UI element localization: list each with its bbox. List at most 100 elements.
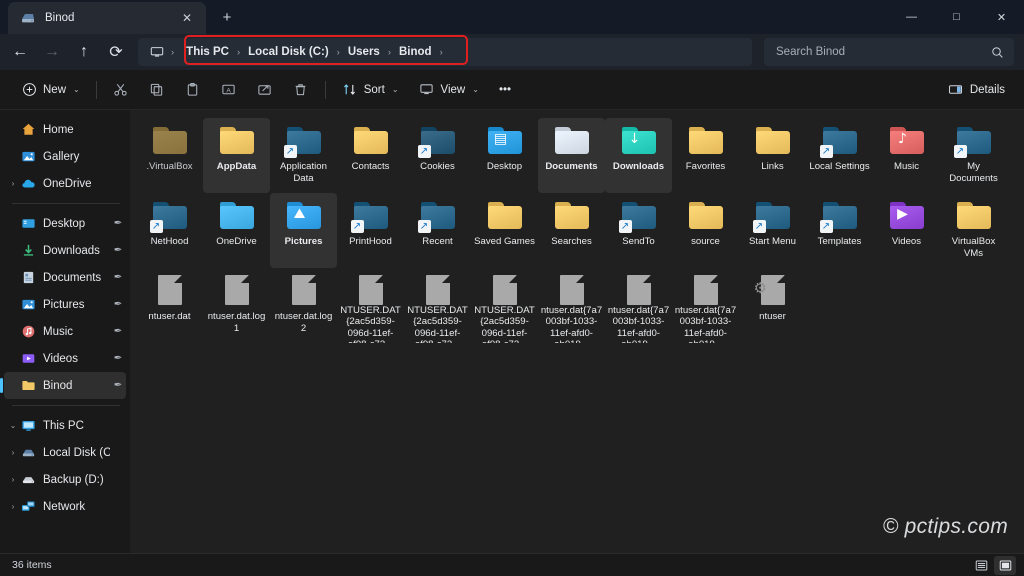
sidebar-item-videos[interactable]: Videos ✒ [4,345,126,372]
file-item[interactable]: ntuser.dat{7a7003bf-1033-11ef-afd0-ab019… [672,268,739,343]
file-item[interactable]: ↗PrintHood [337,193,404,268]
file-item[interactable]: Links [739,118,806,193]
pin-icon[interactable]: ✒ [110,380,126,391]
file-item[interactable]: ↗Local Settings [806,118,873,193]
search-input-placeholder[interactable]: Search Binod [776,46,991,58]
file-item[interactable]: ▤Desktop [471,118,538,193]
expander-icon[interactable]: › [6,503,20,511]
large-icons-view-button[interactable] [994,556,1016,575]
expander-icon[interactable]: › [6,449,20,457]
sidebar-item-local-disk-c[interactable]: › Local Disk (C:) [4,439,126,466]
sidebar-item-desktop[interactable]: Desktop ✒ [4,210,126,237]
copy-button[interactable] [140,75,174,105]
up-button[interactable]: ↑ [68,37,100,67]
expander-icon[interactable]: ⌄ [6,422,20,430]
details-pane-button[interactable]: Details [939,75,1014,105]
sidebar-item-downloads[interactable]: Downloads ✒ [4,237,126,264]
file-item[interactable]: ntuser.dat.log1 [203,268,270,343]
search-box[interactable]: Search Binod [764,38,1014,66]
breadcrumb-item-users[interactable]: Users [341,43,387,61]
file-item[interactable]: .VirtualBox [136,118,203,193]
pin-icon[interactable]: ✒ [110,326,126,337]
file-item[interactable]: ntuser.dat{7a7003bf-1033-11ef-afd0-ab019… [538,268,605,343]
file-item[interactable]: Contacts [337,118,404,193]
breadcrumb-item-binod[interactable]: Binod [392,43,439,61]
expander-icon[interactable]: › [6,180,20,188]
file-item[interactable]: Saved Games [471,193,538,268]
file-item[interactable]: ntuser.dat{7a7003bf-1033-11ef-afd0-ab019… [605,268,672,343]
file-item[interactable]: ↗NetHood [136,193,203,268]
file-item[interactable]: Documents [538,118,605,193]
breadcrumb[interactable]: › This PC › Local Disk (C:) › Users › Bi… [138,38,752,66]
file-item[interactable]: ↗SendTo [605,193,672,268]
breadcrumb-item-local-disk[interactable]: Local Disk (C:) [241,43,336,61]
rename-button[interactable]: A [212,75,246,105]
sidebar-item-gallery[interactable]: Gallery [4,143,126,170]
file-item[interactable]: NTUSER.DAT{2ac5d359-096d-11ef-af98-c73..… [337,268,404,343]
sidebar-item-this-pc[interactable]: ⌄ This PC [4,412,126,439]
file-item[interactable]: source [672,193,739,268]
file-list-pane[interactable]: .VirtualBoxAppData↗Application DataConta… [130,110,1024,553]
sidebar-item-home[interactable]: Home [4,116,126,143]
file-item[interactable]: ↗Application Data [270,118,337,193]
share-button[interactable] [248,75,282,105]
details-view-button[interactable] [970,556,992,575]
delete-button[interactable] [284,75,318,105]
file-item[interactable]: NTUSER.DAT{2ac5d359-096d-11ef-af98-c73..… [471,268,538,343]
close-tab-icon[interactable]: ✕ [176,7,198,29]
file-item[interactable]: OneDrive [203,193,270,268]
new-button[interactable]: New ⌄ [12,75,89,105]
file-item[interactable]: ▶Videos [873,193,940,268]
file-item[interactable]: AppData [203,118,270,193]
pin-icon[interactable]: ✒ [110,299,126,310]
maximize-button[interactable]: □ [934,0,979,34]
sidebar-item-documents[interactable]: Documents ✒ [4,264,126,291]
shortcut-overlay-icon: ↗ [418,220,431,233]
file-item[interactable]: ⚙ntuser [739,268,806,343]
sidebar-item-pictures[interactable]: Pictures ✒ [4,291,126,318]
sidebar-item-network[interactable]: › Network [4,493,126,520]
file-item[interactable]: NTUSER.DAT{2ac5d359-096d-11ef-af98-c73..… [404,268,471,343]
refresh-button[interactable]: ⟳ [100,37,132,67]
breadcrumb-item-this-pc[interactable]: This PC [179,43,236,61]
file-item[interactable]: Favorites [672,118,739,193]
cut-button[interactable] [104,75,138,105]
new-tab-button[interactable]: + [212,2,242,32]
pin-icon[interactable]: ✒ [110,272,126,283]
file-item[interactable]: ↗Start Menu [739,193,806,268]
file-item[interactable]: ⛰Pictures [270,193,337,268]
sidebar-item-binod[interactable]: Binod ✒ [4,372,126,399]
see-more-button[interactable]: ••• [490,75,520,105]
file-item[interactable]: ntuser.dat.log2 [270,268,337,343]
back-button[interactable]: ← [4,37,36,67]
file-item[interactable]: ↓Downloads [605,118,672,193]
sidebar-item-onedrive[interactable]: › OneDrive [4,170,126,197]
file-item-label: AppData [206,161,268,173]
file-item[interactable]: Searches [538,193,605,268]
expander-icon[interactable]: › [6,476,20,484]
sidebar-item-music[interactable]: Music ✒ [4,318,126,345]
breadcrumb-root[interactable]: › [144,45,179,59]
forward-button[interactable]: → [36,37,68,67]
sidebar-label: Videos [43,353,110,365]
close-button[interactable]: ✕ [979,0,1024,34]
folder-icon [551,198,593,233]
search-icon[interactable] [991,46,1004,59]
file-item[interactable]: ↗Cookies [404,118,471,193]
file-item[interactable]: ♪Music [873,118,940,193]
file-item[interactable]: ↗Recent [404,193,471,268]
sidebar-item-backup-d[interactable]: › Backup (D:) [4,466,126,493]
file-item[interactable]: ↗My Documents [940,118,1007,193]
tab-binod[interactable]: Binod ✕ [8,2,206,34]
pin-icon[interactable]: ✒ [110,353,126,364]
file-item[interactable]: ↗Templates [806,193,873,268]
scissors-icon [113,82,129,98]
file-item[interactable]: VirtualBox VMs [940,193,1007,268]
paste-button[interactable] [176,75,210,105]
pin-icon[interactable]: ✒ [110,218,126,229]
sort-button[interactable]: Sort ⌄ [333,75,408,105]
minimize-button[interactable]: — [889,0,934,34]
pin-icon[interactable]: ✒ [110,245,126,256]
file-item[interactable]: ntuser.dat [136,268,203,343]
view-button[interactable]: View ⌄ [410,75,488,105]
